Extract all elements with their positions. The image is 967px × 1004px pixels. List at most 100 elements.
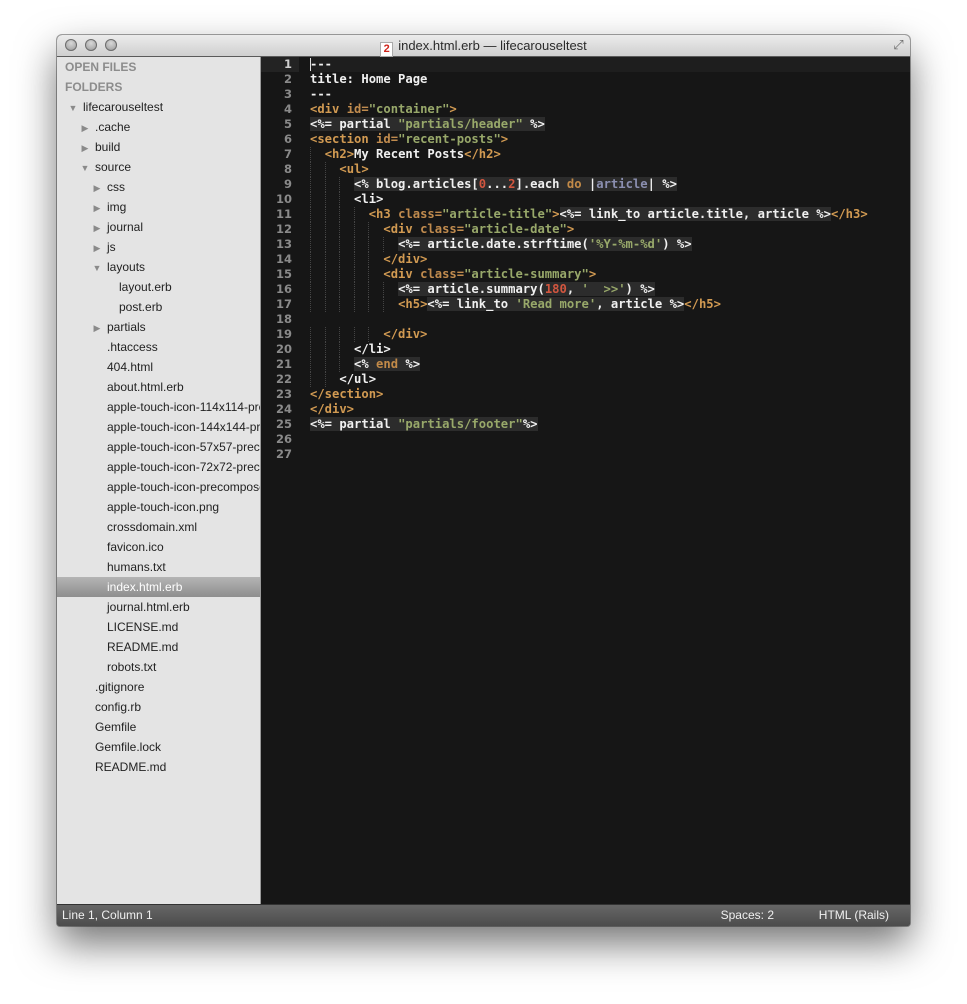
file-item[interactable]: README.md <box>57 637 260 657</box>
disclosure-collapsed-icon[interactable]: ▶ <box>91 198 103 218</box>
code-line[interactable]: --- <box>310 57 910 72</box>
disclosure-collapsed-icon[interactable]: ▶ <box>91 238 103 258</box>
indent-guide <box>383 297 384 312</box>
file-item[interactable]: robots.txt <box>57 657 260 677</box>
code-line[interactable]: <h5><%= link_to 'Read more', article %><… <box>310 297 910 312</box>
disclosure-collapsed-icon[interactable]: ▶ <box>91 318 103 338</box>
code-line[interactable]: </ul> <box>310 372 910 387</box>
file-item[interactable]: .htaccess <box>57 337 260 357</box>
code-line[interactable]: <div id="container"> <box>310 102 910 117</box>
code-token: | %> <box>647 177 677 191</box>
code-line[interactable]: </div> <box>310 252 910 267</box>
folder-item[interactable]: ▼ lifecarouseltest <box>57 97 260 117</box>
tree-item-label: config.rb <box>95 700 142 714</box>
folder-item[interactable]: ▼ source <box>57 157 260 177</box>
code-line[interactable]: --- <box>310 87 910 102</box>
code-line[interactable]: <% blog.articles[0...2].each do |article… <box>310 177 910 192</box>
code-line[interactable]: </li> <box>310 342 910 357</box>
code-area[interactable]: --- title: Home Page --- <div id="container… <box>310 57 910 462</box>
fullscreen-icon[interactable]: ⤢ <box>891 38 906 53</box>
code-token: <div <box>383 267 421 281</box>
code-line[interactable]: <%= article.date.strftime('%Y-%m-%d') %> <box>310 237 910 252</box>
disclosure-collapsed-icon[interactable]: ▶ <box>91 218 103 238</box>
code-token: "partials/header" <box>398 117 523 131</box>
code-token: <%= partial <box>310 117 399 131</box>
file-item[interactable]: apple-touch-icon-57x57-precomposed.png <box>57 437 260 457</box>
syntax-selector[interactable]: HTML (Rails) <box>819 908 889 922</box>
file-item[interactable]: apple-touch-icon-114x114-precomposed.png <box>57 397 260 417</box>
indentation-setting[interactable]: Spaces: 2 <box>721 908 774 922</box>
file-item[interactable]: index.html.erb <box>57 577 260 597</box>
code-line[interactable]: <%= article.summary(180, ' >>') %> <box>310 282 910 297</box>
file-item[interactable]: Gemfile.lock <box>57 737 260 757</box>
code-token: title: Home Page <box>310 72 428 86</box>
disclosure-collapsed-icon[interactable]: ▶ <box>79 138 91 158</box>
code-line[interactable]: <h3 class="article-title"><%= link_to ar… <box>310 207 910 222</box>
code-editor[interactable]: 1 2 3 4 5 6 7 8 9 10 11 12 13 14 15 16 17 18 19 20 21 22 23 24 2… <box>261 57 910 905</box>
file-item[interactable]: LICENSE.md <box>57 617 260 637</box>
indent-guide <box>339 327 341 342</box>
code-line[interactable] <box>310 447 910 462</box>
file-item[interactable]: .gitignore <box>57 677 260 697</box>
code-token: "article-date" <box>464 222 567 236</box>
code-line[interactable]: <li> <box>310 192 910 207</box>
file-item[interactable]: apple-touch-icon.png <box>57 497 260 517</box>
file-item[interactable]: layout.erb <box>57 277 260 297</box>
code-line[interactable]: <h2>My Recent Posts</h2> <box>310 147 910 162</box>
code-line[interactable]: <section id="recent-posts"> <box>310 132 910 147</box>
code-token: "partials/footer" <box>398 417 523 431</box>
folder-item[interactable]: ▶ journal <box>57 217 260 237</box>
open-files-header[interactable]: OPEN FILES <box>57 57 260 77</box>
file-item[interactable]: favicon.ico <box>57 537 260 557</box>
file-item[interactable]: humans.txt <box>57 557 260 577</box>
code-line[interactable]: <%= partial "partials/footer"%> <box>310 417 910 432</box>
code-line[interactable] <box>310 312 910 327</box>
code-line[interactable]: </div> <box>310 327 910 342</box>
indent-guide <box>339 297 341 312</box>
disclosure-expanded-icon[interactable]: ▼ <box>79 158 91 178</box>
code-token: "article-summary" <box>464 267 589 281</box>
folder-item[interactable]: ▶ img <box>57 197 260 217</box>
indent-guide <box>368 267 370 282</box>
disclosure-expanded-icon[interactable]: ▼ <box>91 258 103 278</box>
tree-item-label: .htaccess <box>107 340 158 354</box>
code-line[interactable]: <div class="article-date"> <box>310 222 910 237</box>
tree-item-label: LICENSE.md <box>107 620 179 634</box>
title-bar[interactable]: 2 index.html.erb — lifecarouseltest ⤢ <box>57 35 910 57</box>
folders-header[interactable]: FOLDERS <box>57 77 260 97</box>
file-item[interactable]: 404.html <box>57 357 260 377</box>
line-number-gutter: 1 2 3 4 5 6 7 8 9 10 11 12 13 14 15 16 17 18 19 20 21 22 23 24 2… <box>261 57 299 905</box>
line-number: 5 <box>283 117 292 131</box>
file-item[interactable]: journal.html.erb <box>57 597 260 617</box>
file-item[interactable]: README.md <box>57 757 260 777</box>
folder-item[interactable]: ▶ js <box>57 237 260 257</box>
code-line[interactable] <box>310 432 910 447</box>
file-item[interactable]: crossdomain.xml <box>57 517 260 537</box>
code-line[interactable]: </div> <box>310 402 910 417</box>
code-line[interactable]: <ul> <box>310 162 910 177</box>
file-item[interactable]: apple-touch-icon-144x144-precomposed.png <box>57 417 260 437</box>
folder-item[interactable]: ▶ build <box>57 137 260 157</box>
disclosure-expanded-icon[interactable]: ▼ <box>67 98 79 118</box>
file-item[interactable]: apple-touch-icon-72x72-precomposed.png <box>57 457 260 477</box>
code-line[interactable]: <%= partial "partials/header" %> <box>310 117 910 132</box>
code-token: > <box>449 102 457 116</box>
code-line[interactable]: <div class="article-summary"> <box>310 267 910 282</box>
disclosure-collapsed-icon[interactable]: ▶ <box>91 178 103 198</box>
code-line[interactable]: <% end %> <box>310 357 910 372</box>
indent-guide <box>310 147 311 162</box>
disclosure-collapsed-icon[interactable]: ▶ <box>79 118 91 138</box>
folder-item[interactable]: ▶ partials <box>57 317 260 337</box>
code-token: <li> <box>354 192 384 206</box>
file-item[interactable]: about.html.erb <box>57 377 260 397</box>
file-item[interactable]: config.rb <box>57 697 260 717</box>
code-line[interactable]: </section> <box>310 387 910 402</box>
folder-item[interactable]: ▼ layouts <box>57 257 260 277</box>
folder-item[interactable]: ▶ css <box>57 177 260 197</box>
file-item[interactable]: Gemfile <box>57 717 260 737</box>
file-item[interactable]: post.erb <box>57 297 260 317</box>
folder-item[interactable]: ▶ .cache <box>57 117 260 137</box>
code-line[interactable]: title: Home Page <box>310 72 910 87</box>
indent-guide <box>310 222 311 237</box>
file-item[interactable]: apple-touch-icon-precomposed.png <box>57 477 260 497</box>
